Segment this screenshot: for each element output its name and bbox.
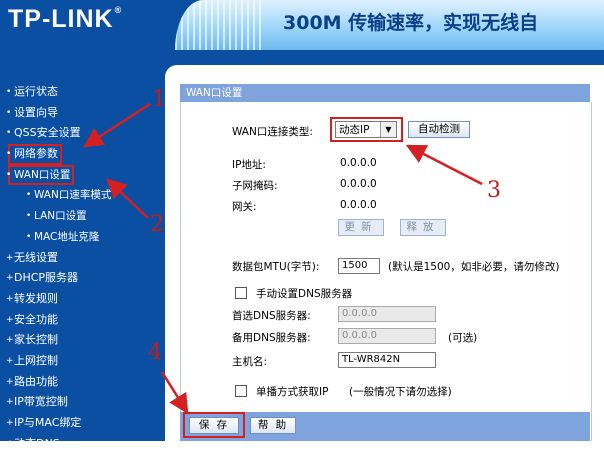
dns1-input[interactable]: 0.0.0.0 [338, 306, 436, 322]
dns2-input[interactable]: 0.0.0.0 [338, 328, 436, 344]
sidebar-item-label: 无线设置 [14, 250, 58, 264]
sidebar-item-16[interactable]: + IP与MAC绑定 [0, 413, 150, 434]
sidebar-item-12[interactable]: + 家长控制 [0, 330, 150, 351]
bullet-icon: + [6, 376, 14, 387]
bullet-icon: + [6, 335, 14, 346]
sidebar-item-label: IP带宽控制 [14, 395, 68, 409]
sidebar-item-15[interactable]: + IP带宽控制 [0, 392, 150, 413]
sidebar-item-label: 运行状态 [14, 85, 58, 98]
sidebar-item-4[interactable]: • WAN口设置 [6, 164, 75, 186]
mask-label: 子网掩码: [232, 180, 278, 192]
sidebar-item-1[interactable]: • 设置向导 [0, 103, 150, 124]
annotation-number-1: 1 [152, 87, 166, 112]
gateway-value: 0.0.0.0 [340, 199, 377, 211]
bullet-icon: + [6, 293, 14, 304]
sidebar-item-11[interactable]: + 安全功能 [0, 310, 150, 331]
bullet-icon: + [6, 273, 14, 284]
hostname-input[interactable]: TL-WR842N [338, 352, 436, 368]
ip-label: IP地址: [232, 159, 266, 171]
sidebar-item-label: WAN口速率模式 [34, 189, 112, 202]
bullet-icon: • [26, 231, 32, 242]
bullet-icon: • [6, 107, 12, 118]
sidebar-item-label: 家长控制 [14, 333, 58, 347]
sidebar-item-0[interactable]: • 运行状态 [0, 82, 150, 103]
sidebar-item-label: 设置向导 [14, 105, 58, 119]
bullet-icon: • [6, 149, 12, 160]
manual-dns-label: 手动设置DNS服务器 [256, 288, 353, 300]
sidebar-item-label: MAC地址克隆 [34, 230, 100, 243]
sidebar-item-label: 网络参数 [14, 147, 58, 161]
banner: 300M 传输速率，实现无线自 [175, 0, 604, 50]
mask-value: 0.0.0.0 [340, 178, 377, 190]
bullet-icon: • [6, 87, 12, 97]
sidebar-item-10[interactable]: + 转发规则 [0, 289, 150, 310]
sidebar-item-17[interactable]: + 动态DNS [0, 434, 150, 454]
sidebar-item-label: 上网控制 [14, 353, 58, 367]
annotation-number-3: 3 [487, 178, 501, 203]
unicast-hint: (一般情况下请勿选择) [349, 386, 452, 398]
unicast-checkbox[interactable] [235, 385, 247, 397]
sidebar-item-label: WAN口设置 [14, 168, 71, 181]
mtu-input[interactable]: 1500 [338, 258, 380, 274]
wan-type-label: WAN口连接类型: [232, 126, 313, 138]
sidebar-item-6[interactable]: • LAN口设置 [0, 206, 150, 227]
sidebar-item-label: 转发规则 [14, 291, 58, 305]
manual-dns-checkbox[interactable] [235, 287, 247, 299]
dns1-label: 首选DNS服务器: [232, 310, 311, 322]
bullet-icon: + [6, 314, 14, 325]
unicast-label: 单播方式获取IP [256, 386, 329, 398]
sidebar-item-label: LAN口设置 [34, 210, 87, 223]
sidebar-item-label: 路由功能 [14, 374, 58, 388]
sidebar-item-label: DHCP服务器 [14, 271, 79, 285]
sidebar-item-9[interactable]: + DHCP服务器 [0, 268, 150, 289]
sidebar-item-3[interactable]: • 网络参数 [6, 144, 62, 165]
bullet-icon: + [6, 438, 14, 449]
bullet-icon: • [26, 190, 32, 201]
sidebar-item-5[interactable]: • WAN口速率模式 [0, 185, 150, 206]
sidebar-item-8[interactable]: + 无线设置 [0, 248, 150, 269]
sidebar-item-13[interactable]: + 上网控制 [0, 351, 150, 372]
dns2-label: 备用DNS服务器: [232, 332, 311, 344]
release-button[interactable]: 释放 [400, 219, 446, 236]
sidebar-item-14[interactable]: + 路由功能 [0, 372, 150, 393]
annotation-number-2: 2 [150, 212, 164, 237]
sidebar-item-label: QSS安全设置 [14, 126, 81, 140]
dns2-hint: (可选) [448, 332, 478, 344]
annotation-box-save [183, 412, 245, 438]
header: TP-LINK® 300M 传输速率，实现无线自 [0, 0, 604, 50]
sidebar-item-2[interactable]: • QSS安全设置 [0, 123, 150, 144]
ip-value: 0.0.0.0 [340, 157, 377, 169]
gateway-label: 网关: [232, 201, 257, 213]
bullet-icon: • [6, 169, 12, 180]
sidebar-item-label: IP与MAC绑定 [14, 416, 82, 429]
help-button[interactable]: 帮 助 [250, 417, 296, 434]
mtu-hint: (默认是1500，如非必要，请勿修改) [388, 261, 560, 273]
sidebar-item-label: 安全功能 [14, 312, 58, 326]
sidebar: • 运行状态 • 设置向导 • QSS安全设置 • 网络参数 • WAN口设置 • WAN口速率模式 •… [0, 50, 150, 450]
auto-detect-button[interactable]: 自动检测 [408, 121, 470, 138]
bullet-icon: + [6, 355, 14, 366]
banner-slogan: 300M 传输速率，实现无线自 [283, 12, 539, 34]
bullet-icon: • [26, 211, 32, 222]
bullet-icon: + [6, 418, 14, 428]
sidebar-item-label: 动态DNS [14, 436, 60, 450]
bullet-icon: + [6, 252, 14, 263]
panel-title: WAN口设置 [180, 84, 590, 102]
annotation-number-4: 4 [148, 340, 162, 365]
sidebar-menu: • 运行状态 • 设置向导 • QSS安全设置 • 网络参数 • WAN口设置 • WAN口速率模式 •… [0, 82, 150, 454]
mtu-label: 数据包MTU(字节): [232, 261, 320, 273]
bullet-icon: • [6, 128, 12, 139]
renew-button[interactable]: 更新 [338, 219, 384, 236]
tp-link-logo: TP-LINK® [8, 5, 123, 33]
sidebar-item-7[interactable]: • MAC地址克隆 [0, 227, 150, 248]
hostname-label: 主机名: [232, 356, 268, 368]
bullet-icon: + [6, 397, 14, 408]
annotation-box-wan-type [330, 117, 403, 142]
